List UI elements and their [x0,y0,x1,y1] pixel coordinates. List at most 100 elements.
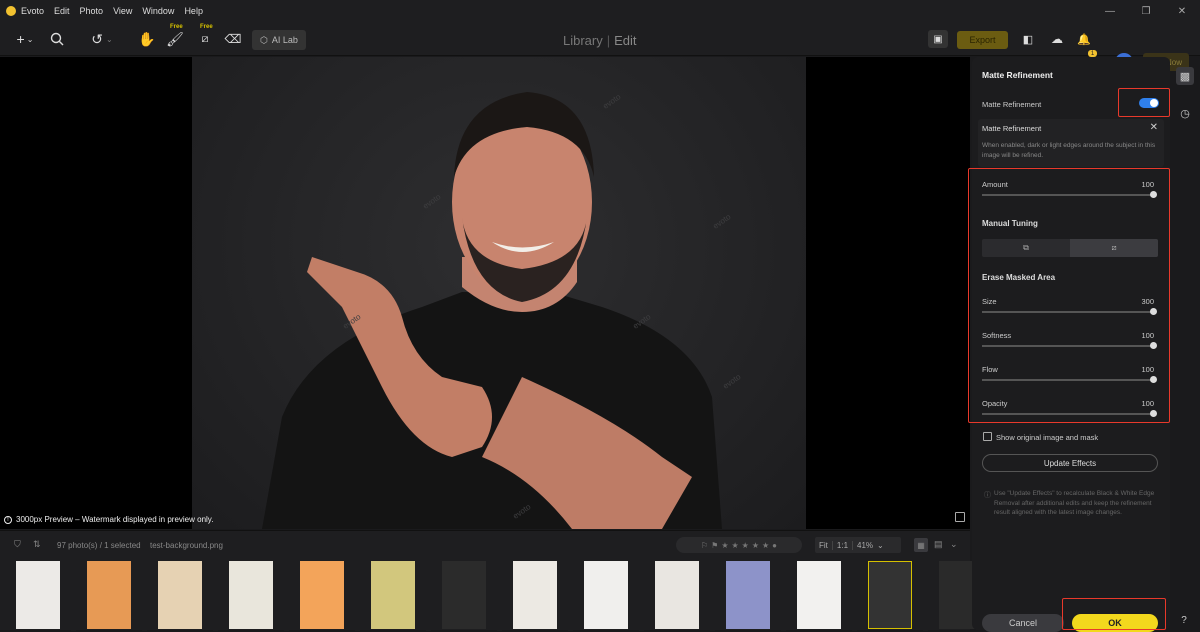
list-view-icon[interactable]: ▤ [934,539,943,550]
star-icon[interactable]: ★ [742,541,749,550]
star-icon[interactable]: ★ [731,541,738,550]
filter-icon[interactable]: ⛉ [14,539,21,550]
zoom-level[interactable]: 41% [853,541,877,550]
library-tab[interactable]: Library [563,33,603,48]
notification-badge: 1 [1088,50,1097,57]
thumbnail[interactable] [573,559,644,631]
flow-slider[interactable] [982,376,1157,383]
tuning-mode-switch: ⧉ ⧄ [982,239,1158,257]
thumbnail[interactable] [289,559,360,631]
thumbnail-image [87,561,131,629]
edit-tab[interactable]: Edit [614,33,636,48]
thumbnail[interactable] [502,559,573,631]
erase-brush-option[interactable]: ⧄ [1070,239,1158,257]
reject-flag-icon[interactable]: ⚑ [711,541,718,550]
current-filename: test-background.png [150,541,223,550]
show-original-checkbox[interactable] [983,432,992,441]
slider-knob[interactable] [1150,308,1157,315]
compare-button[interactable]: ◧ [1020,30,1036,48]
hand-tool-button[interactable]: ✋ [138,30,156,48]
menu-bar: Evoto Edit Photo View Window Help — ❐ ✕ [0,0,1200,22]
thumbnail-image [442,561,486,629]
chevron-down-icon: ⌄ [26,34,34,44]
thumbnail-image [513,561,557,629]
thumbnail[interactable] [644,559,715,631]
star-icon[interactable]: ★ [752,541,759,550]
amount-slider[interactable] [982,191,1157,198]
export-button[interactable]: Export [957,31,1008,49]
amount-label: Amount [982,180,1008,189]
panel-title: Matte Refinement [982,70,1053,80]
one-to-one-button[interactable]: 1:1 [831,540,854,550]
chevron-down-icon[interactable]: ⌄ [950,539,958,550]
update-effects-button[interactable]: Update Effects [982,454,1158,472]
help-icon[interactable]: ? [1177,613,1191,627]
thumbnail[interactable] [715,559,786,631]
grid-view-icon[interactable]: ▦ [914,538,928,552]
minimize-icon[interactable]: — [1092,0,1128,22]
add-menu-button[interactable]: + ⌄ [10,30,40,48]
matte-panel-icon[interactable]: ▩ [1176,67,1194,85]
fit-button[interactable]: Fit [815,541,832,550]
star-icon[interactable]: ★ [762,541,769,550]
thumbnail[interactable] [786,559,857,631]
thumbnail[interactable] [218,559,289,631]
opacity-slider[interactable] [982,410,1157,417]
menu-view[interactable]: View [113,6,132,16]
edited-photo[interactable]: evoto evoto evoto evoto evoto evoto evot… [192,57,806,529]
slider-knob[interactable] [1150,342,1157,349]
image-canvas[interactable]: evoto evoto evoto evoto evoto evoto evot… [0,57,970,529]
photo-count: 97 photo(s) / 1 selected [57,541,141,550]
slider-knob[interactable] [1150,376,1157,383]
search-button[interactable] [48,30,66,48]
size-label: Size [982,297,997,306]
thumbnail[interactable] [5,559,76,631]
thumbnail-image [371,561,415,629]
cloud-button[interactable]: ☁ [1048,30,1066,48]
retouch-brush-button[interactable]: Free 🖌 [166,24,184,48]
rating-filter[interactable]: ⚐ ⚑ ★ ★ ★ ★ ★ ● [676,537,802,553]
thumbnail[interactable] [147,559,218,631]
thumbnail[interactable] [857,559,928,631]
menu-window[interactable]: Window [142,6,174,16]
slider-knob[interactable] [1150,410,1157,417]
preview-notice-text: 3000px Preview – Watermark displayed in … [16,515,214,524]
ai-lab-icon: ⬡ [260,34,268,45]
menu-edit[interactable]: Edit [54,6,70,16]
menu-help[interactable]: Help [184,6,203,16]
flow-label: Flow [982,365,998,374]
menu-photo[interactable]: Photo [80,6,104,16]
plus-icon: + [16,31,25,47]
close-window-icon[interactable]: ✕ [1164,0,1200,22]
split-view-icon[interactable] [955,512,965,522]
thumbnail-list [5,559,999,631]
notifications-button[interactable]: 🔔 [1076,30,1092,48]
size-slider[interactable] [982,308,1157,315]
popup-description: When enabled, dark or light edges around… [982,142,1156,159]
slider-knob[interactable] [1150,191,1157,198]
manual-tuning-title: Manual Tuning [982,219,1038,228]
restore-brush-option[interactable]: ⧉ [982,239,1070,257]
update-effects-note: Use "Update Effects" to recalculate Blac… [994,490,1155,516]
history-icon[interactable]: ◷ [1176,104,1194,122]
bandage-tool-button[interactable]: Free ⧄ [196,24,214,48]
undo-button[interactable]: ↺ ⌄ [86,30,118,48]
softness-slider[interactable] [982,342,1157,349]
thumbnail[interactable] [360,559,431,631]
color-label-icon[interactable]: ● [772,541,777,550]
preset-button[interactable]: ▣ [928,30,948,48]
star-icon[interactable]: ★ [721,541,728,550]
thumbnail[interactable] [76,559,147,631]
erase-masked-area-title: Erase Masked Area [982,273,1056,282]
eraser-button[interactable]: ⌫ [224,30,242,48]
sort-icon[interactable]: ⇅ [33,539,41,550]
restore-icon[interactable]: ❐ [1128,0,1164,22]
cancel-button[interactable]: Cancel [982,614,1064,632]
app-name: Evoto [21,6,45,16]
ai-lab-button[interactable]: ⬡ AI Lab [252,30,306,50]
close-icon[interactable]: ✕ [1150,122,1158,133]
chevron-down-icon[interactable]: ⌄ [877,541,884,550]
flag-icon[interactable]: ⚐ [701,541,708,550]
thumbnail[interactable] [431,559,502,631]
softness-label: Softness [982,331,1012,340]
